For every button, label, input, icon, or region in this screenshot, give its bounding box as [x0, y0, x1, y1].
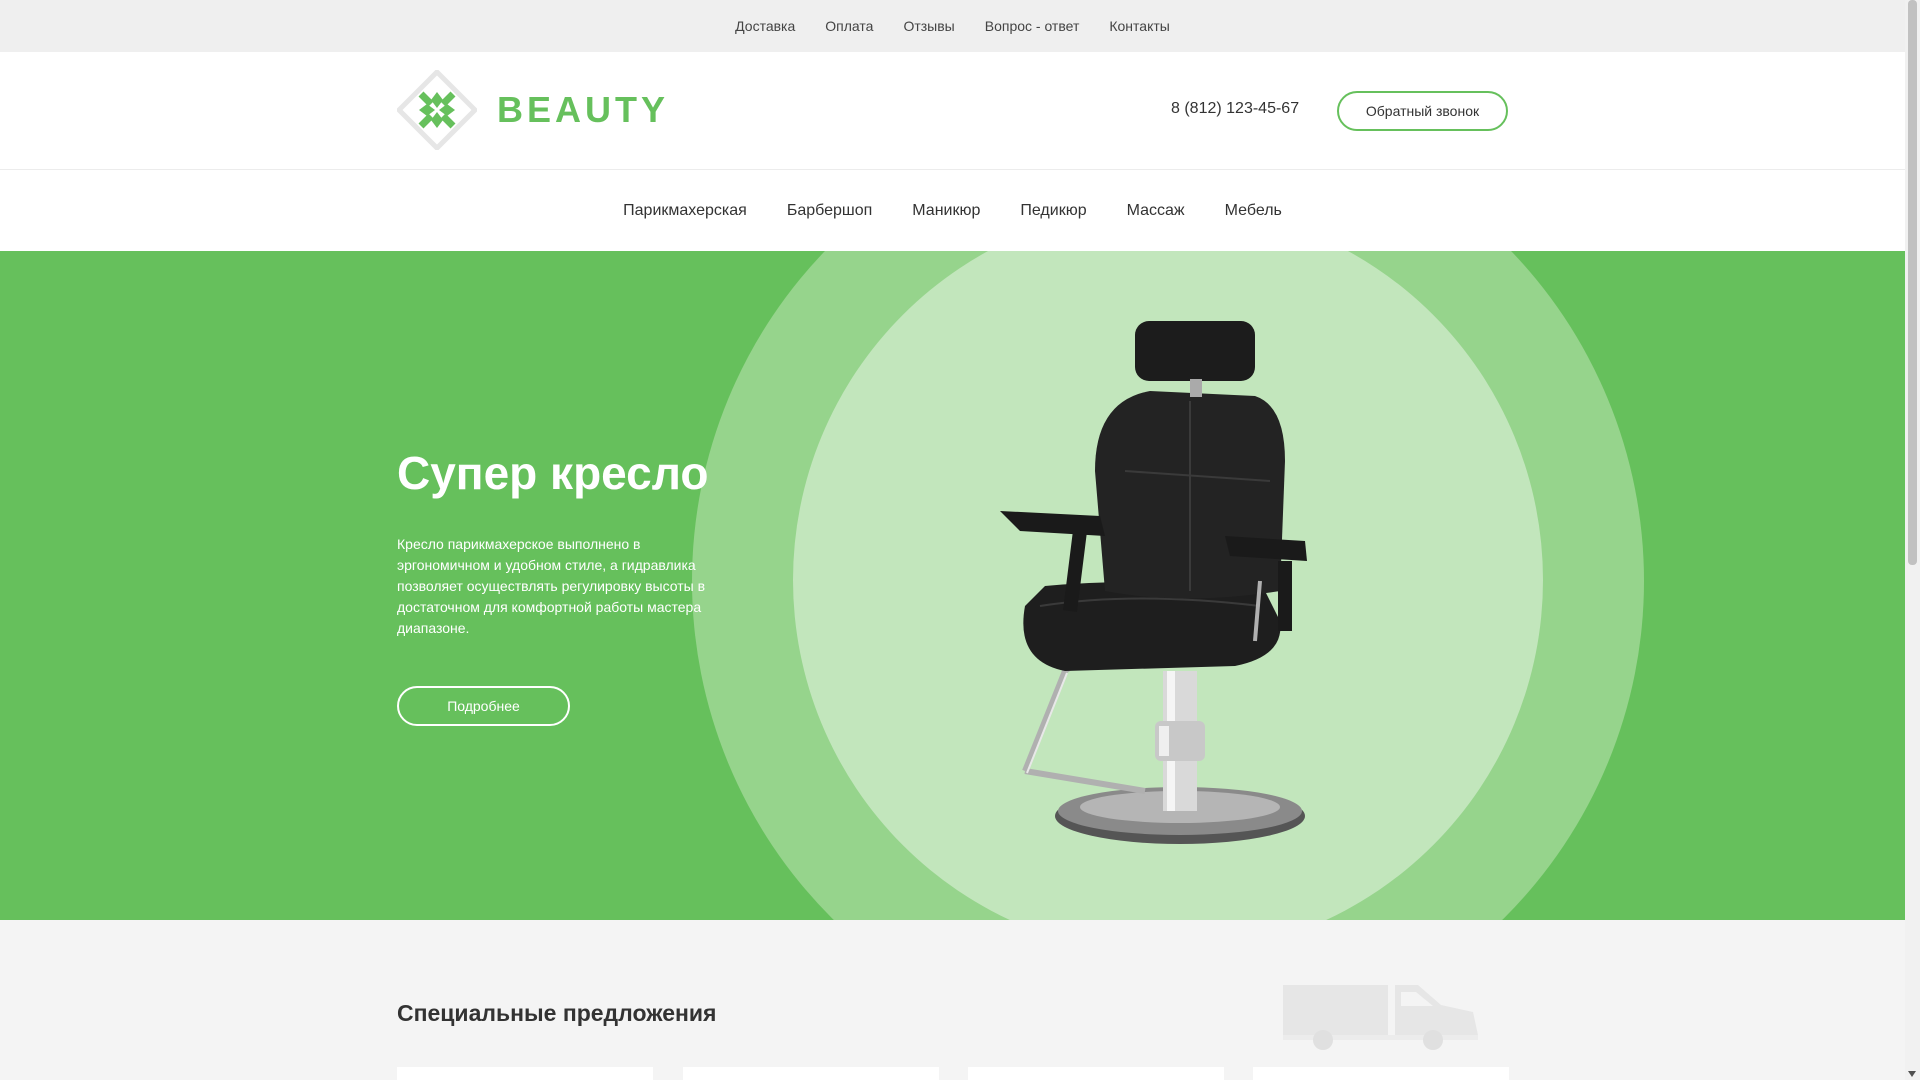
hero-title: Супер кресло — [397, 447, 709, 499]
nav-item-hairdressing[interactable]: Парикмахерская — [603, 171, 767, 251]
offer-card-3[interactable] — [968, 1067, 1224, 1080]
phone-number[interactable]: 8 (812) 123-45-67 — [1171, 100, 1299, 118]
top-nav-contacts[interactable]: Контакты — [1094, 0, 1184, 52]
main-nav: Парикмахерская Барбершоп Маникюр Педикюр… — [0, 171, 1905, 251]
truck-icon — [1283, 985, 1478, 1050]
nav-item-barbershop[interactable]: Барбершоп — [767, 171, 892, 251]
top-nav-faq[interactable]: Вопрос - ответ — [970, 0, 1095, 52]
logo-text: BEAUTY — [497, 89, 670, 130]
nav-item-massage[interactable]: Массаж — [1107, 171, 1205, 251]
offer-card-2[interactable] — [683, 1067, 939, 1080]
hero-description: Кресло парикмахерское выполнено в эргоно… — [397, 536, 706, 636]
top-nav: Доставка Оплата Отзывы Вопрос - ответ Ко… — [0, 0, 1905, 52]
scroll-down-arrow-icon[interactable] — [1908, 1071, 1916, 1077]
page-scrollbar[interactable] — [1905, 0, 1920, 1080]
nav-item-pedicure[interactable]: Педикюр — [1000, 171, 1106, 251]
logo[interactable]: BEAUTY — [397, 70, 669, 150]
callback-button[interactable]: Обратный звонок — [1337, 91, 1508, 131]
header: BEAUTY 8 (812) 123-45-67 Обратный звонок — [0, 52, 1905, 170]
nav-item-manicure[interactable]: Маникюр — [892, 171, 1000, 251]
special-offers-section: Специальные предложения — [0, 920, 1905, 1080]
top-bar: Доставка Оплата Отзывы Вопрос - ответ Ко… — [0, 0, 1905, 52]
hero-banner: Супер кресло Кресло парикмахерское выпол… — [0, 251, 1905, 920]
hero-more-button[interactable]: Подробнее — [397, 686, 570, 726]
nav-item-furniture[interactable]: Мебель — [1205, 171, 1302, 251]
special-offers-title: Специальные предложения — [397, 1000, 717, 1026]
offer-card-1[interactable] — [397, 1067, 653, 1080]
barber-chair-image — [1000, 321, 1307, 844]
top-nav-payment[interactable]: Оплата — [810, 0, 888, 52]
top-nav-delivery[interactable]: Доставка — [720, 0, 810, 52]
logo-icon — [397, 70, 477, 150]
top-nav-reviews[interactable]: Отзывы — [888, 0, 969, 52]
page: Доставка Оплата Отзывы Вопрос - ответ Ко… — [0, 0, 1905, 1080]
scrollbar-thumb[interactable] — [1908, 0, 1917, 565]
offer-card-4[interactable] — [1253, 1067, 1509, 1080]
